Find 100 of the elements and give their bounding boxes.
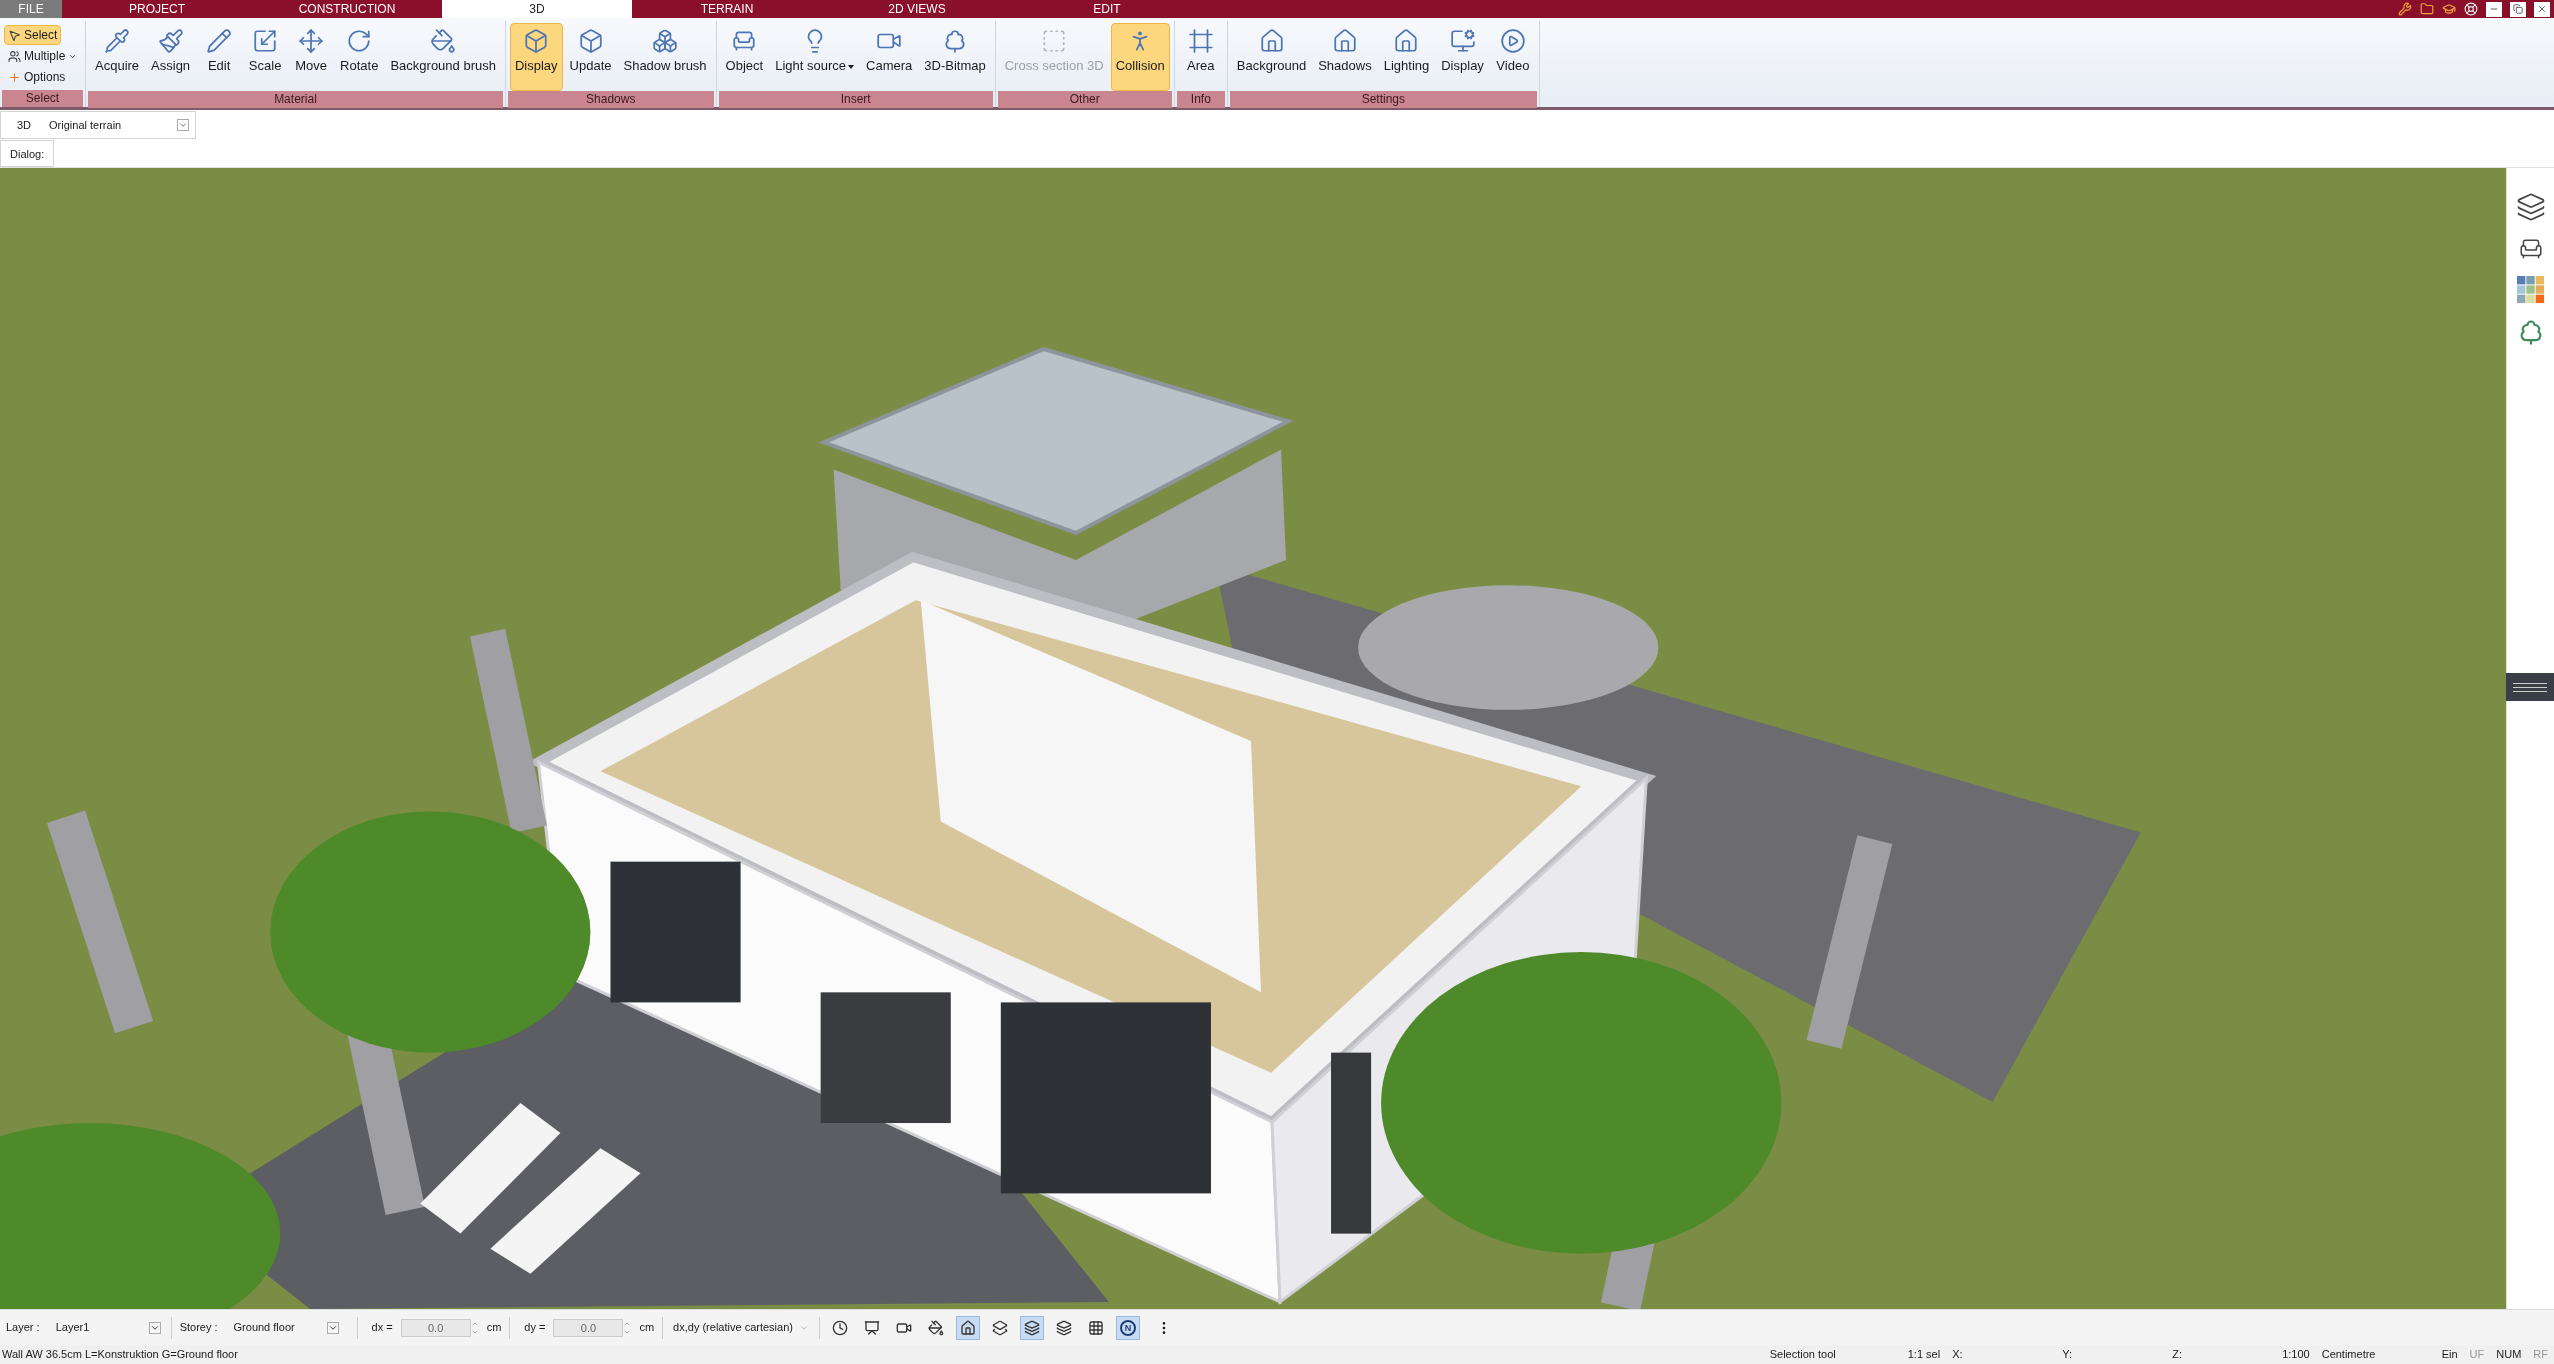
- group-label: Select: [2, 90, 83, 107]
- select-option[interactable]: Multiple: [4, 46, 82, 66]
- ribbon-button[interactable]: Light source: [770, 23, 859, 91]
- play-icon: [1499, 28, 1526, 54]
- ribbon-button[interactable]: Shadows: [1313, 23, 1377, 91]
- caret-icon: [848, 64, 854, 69]
- status-cell-text: NUM: [2495, 1347, 2523, 1363]
- layers-icon: [1024, 1319, 1041, 1336]
- offset-field[interactable]: 0.0: [553, 1318, 624, 1337]
- group-label: Info: [1176, 91, 1225, 108]
- ribbon-button[interactable]: Rotate: [335, 23, 384, 91]
- close-icon: [2537, 4, 2547, 14]
- color-grid-icon[interactable]: [2516, 276, 2545, 304]
- ribbon-button[interactable]: Video: [1490, 23, 1535, 91]
- group-label: Material: [88, 91, 503, 108]
- ribbon-button[interactable]: 3D-Bitmap: [919, 23, 991, 91]
- cursor-icon: [8, 28, 21, 42]
- scale-icon: [252, 28, 279, 54]
- ribbon-tab[interactable]: PROJECT: [62, 0, 252, 18]
- 3d-house-scene-drawing[interactable]: [0, 168, 2506, 1309]
- ribbon-button[interactable]: Display: [1436, 23, 1489, 91]
- ribbon-button[interactable]: Assign: [146, 23, 196, 91]
- cube-icon: [577, 28, 604, 54]
- ribbon-button[interactable]: Object: [720, 23, 769, 91]
- ribbon-button[interactable]: Acquire: [90, 23, 145, 91]
- toolbar-button[interactable]: [1020, 1315, 1045, 1340]
- select-option[interactable]: Options: [4, 67, 70, 87]
- ribbon-button[interactable]: Move: [289, 23, 334, 91]
- graduation-cap-icon[interactable]: [2442, 2, 2456, 16]
- ribbon-tab[interactable]: TERRAIN: [632, 0, 822, 18]
- ribbon-tab[interactable]: 3D: [442, 0, 632, 18]
- cube-icon: [523, 28, 550, 54]
- pencil-icon: [206, 28, 233, 54]
- dropdown-icon: [177, 119, 189, 131]
- ribbon-tab[interactable]: CONSTRUCTION: [252, 0, 442, 18]
- coordinate-mode-select[interactable]: dx,dy (relative cartesian): [671, 1315, 812, 1340]
- north-button[interactable]: N: [1116, 1315, 1141, 1340]
- unit-label: cm: [486, 1320, 502, 1336]
- restore-button[interactable]: [2510, 1, 2526, 17]
- dropdown-icon: [326, 1321, 339, 1334]
- ribbon-button[interactable]: Area: [1178, 23, 1223, 91]
- ribbon-button[interactable]: Collision: [1110, 23, 1170, 91]
- view-selector[interactable]: 3D Original terrain: [0, 111, 196, 139]
- paintbrush-icon: [157, 28, 184, 54]
- close-button[interactable]: [2534, 1, 2550, 17]
- ribbon-button[interactable]: Lighting: [1378, 23, 1435, 91]
- ribbon-button[interactable]: Background brush: [385, 23, 501, 91]
- status-cell-text: Y:: [2061, 1347, 2073, 1363]
- grid-icon: [1088, 1319, 1105, 1336]
- house-icon: [1393, 28, 1420, 54]
- panel-handle[interactable]: [2506, 673, 2554, 701]
- monitor-gear-icon: [1449, 28, 1476, 54]
- cubes-icon: [652, 28, 679, 54]
- status-cell-text: UF: [2468, 1347, 2486, 1363]
- clock-icon: [832, 1319, 849, 1336]
- dashed-square-icon: [1041, 28, 1068, 54]
- paint-bucket-icon: [928, 1319, 945, 1336]
- ribbon-tab[interactable]: 2D VIEWS: [822, 0, 1012, 18]
- ribbon-button[interactable]: Update: [564, 23, 617, 91]
- group-label: Other: [997, 91, 1172, 108]
- ribbon-button[interactable]: Display: [509, 23, 563, 91]
- status-cell-text: RF: [2532, 1347, 2549, 1363]
- ribbon-button[interactable]: Shadow brush: [618, 23, 712, 91]
- minimize-button[interactable]: [2486, 1, 2502, 17]
- select-option[interactable]: Select: [4, 25, 62, 45]
- offset-label: dx =: [371, 1320, 393, 1336]
- chair-icon: [731, 28, 758, 54]
- layer-select[interactable]: Layer1: [47, 1315, 163, 1340]
- wrench-icon[interactable]: [2398, 2, 2412, 16]
- offset-field[interactable]: 0.0: [400, 1318, 471, 1337]
- offset-label: dy =: [524, 1320, 546, 1336]
- layer-label: Layer :: [6, 1320, 40, 1336]
- lifebuoy-icon[interactable]: [2464, 2, 2478, 16]
- storey-select[interactable]: Ground floor: [225, 1315, 341, 1340]
- status-cell-text: Centimetre: [2320, 1347, 2377, 1363]
- status-cell-text: 1:100: [2281, 1347, 2311, 1363]
- status-cell-text: Ein: [2440, 1347, 2459, 1363]
- ribbon-tab[interactable]: EDIT: [1012, 0, 1202, 18]
- dropdown-icon: [148, 1321, 161, 1334]
- layers-icon: [1056, 1319, 1073, 1336]
- group-label: Shadows: [507, 91, 714, 108]
- roof-icon: [960, 1319, 977, 1336]
- status-cell-text: Z:: [2171, 1347, 2183, 1363]
- restore-icon: [2513, 4, 2523, 14]
- group-label: Insert: [718, 91, 993, 108]
- ribbon-button[interactable]: Edit: [197, 23, 242, 91]
- group-label: Settings: [1229, 91, 1537, 108]
- status-cell-text: 1:1 sel: [1906, 1347, 1942, 1363]
- house-icon: [1258, 28, 1285, 54]
- dialog-label: Dialog:: [0, 140, 55, 167]
- ribbon-tab[interactable]: FILE: [0, 0, 62, 18]
- toolbar-button[interactable]: [956, 1315, 981, 1340]
- folder-icon[interactable]: [2420, 2, 2434, 16]
- ribbon-button[interactable]: Scale: [243, 23, 288, 91]
- ribbon-button[interactable]: Camera: [861, 23, 918, 91]
- ribbon-button[interactable]: Background: [1231, 23, 1312, 91]
- layers-icon[interactable]: [2515, 192, 2546, 222]
- screen-icon: [864, 1319, 881, 1336]
- house-icon: [1331, 28, 1358, 54]
- people-icon: [8, 49, 21, 63]
